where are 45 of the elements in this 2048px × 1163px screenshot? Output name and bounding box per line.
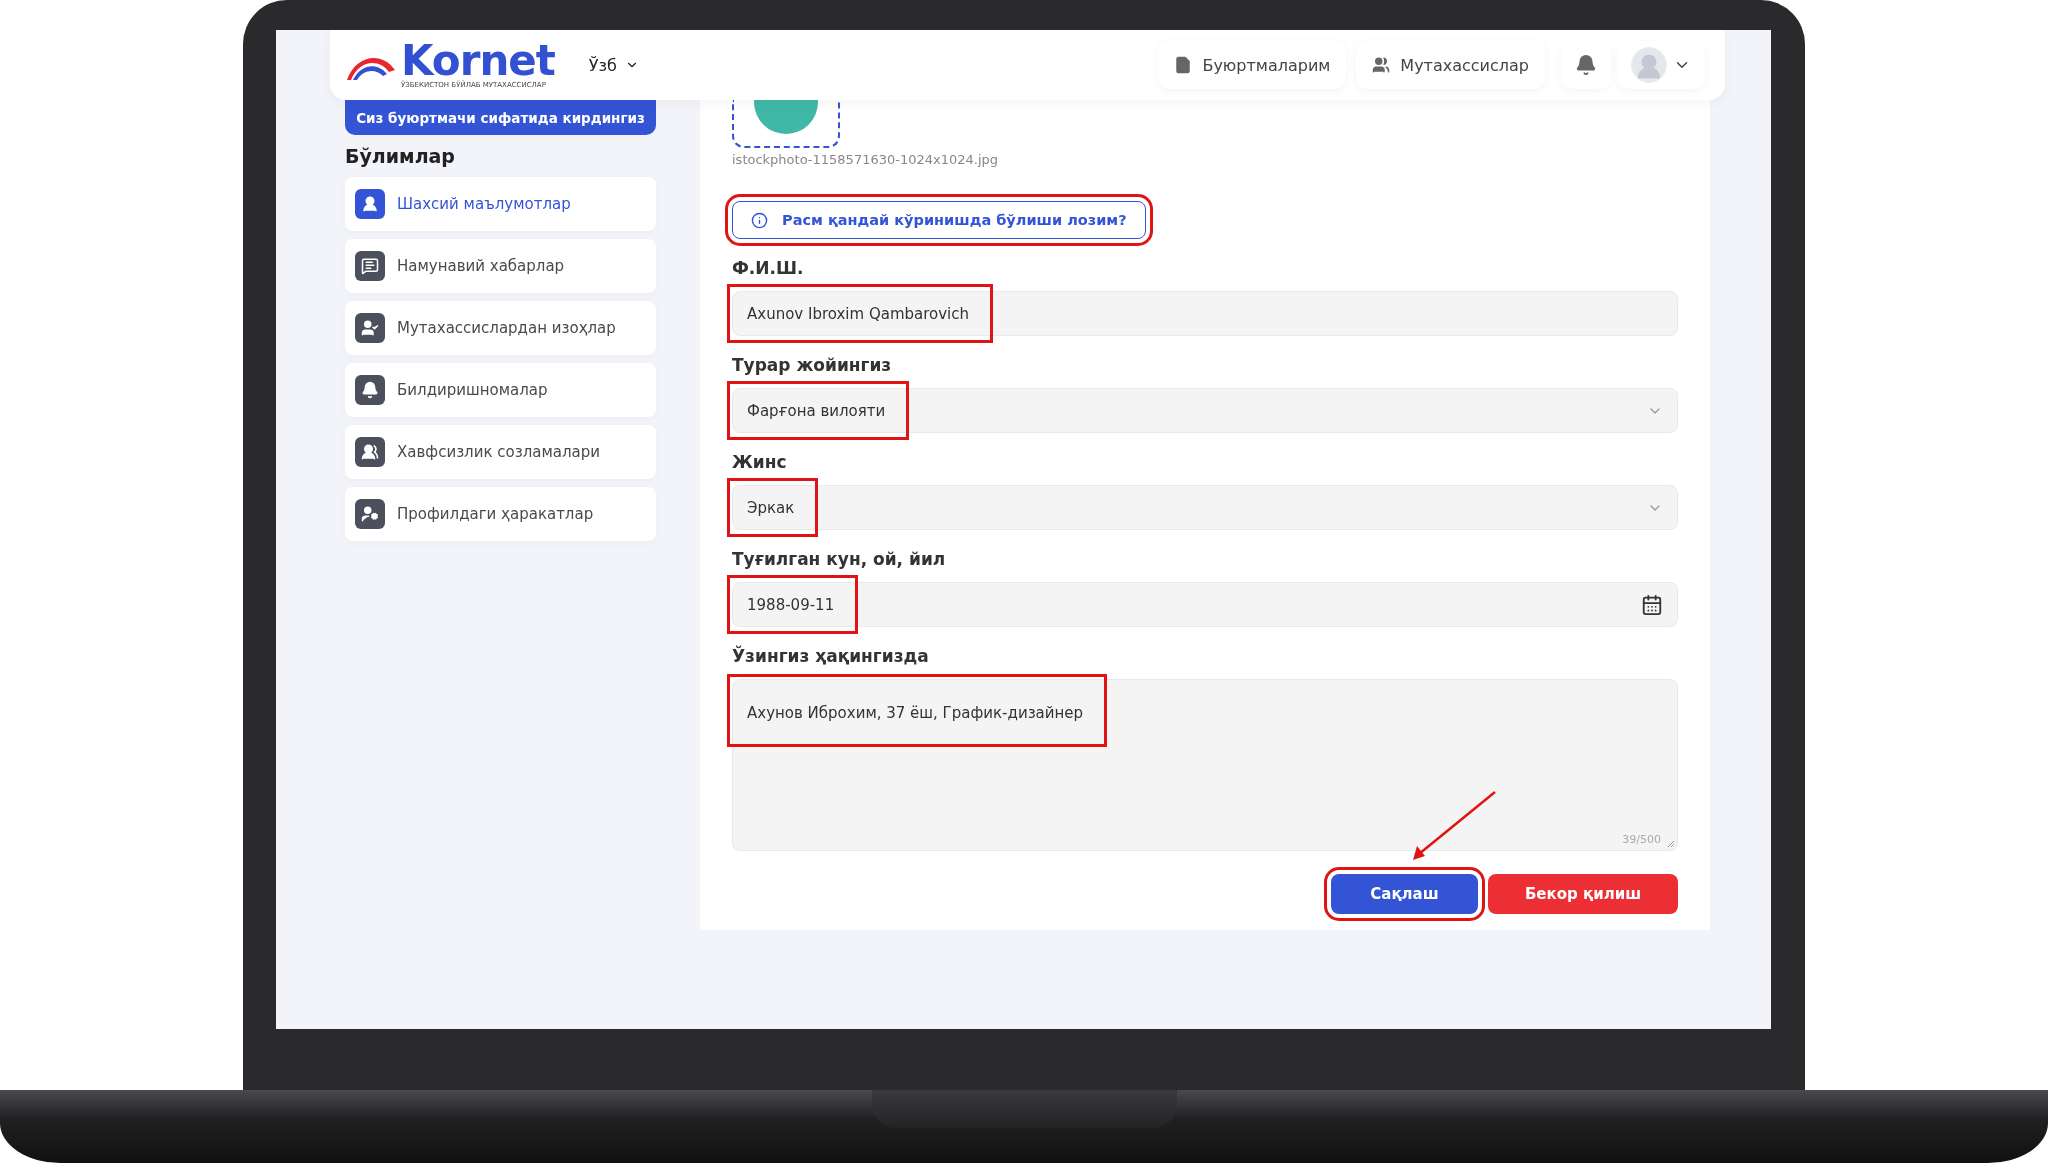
sidebar-item[interactable]: Билдиришномалар xyxy=(345,363,656,417)
resize-grip-icon xyxy=(1667,840,1675,848)
person-icon xyxy=(355,189,385,219)
role-banner: Сиз буюртмачи сифатида кирдингиз xyxy=(345,100,656,135)
input-field[interactable]: Axunov Ibroxim Qambarovich xyxy=(732,291,1678,336)
field-label: Турар жойингиз xyxy=(732,354,893,376)
field-label: Жинс xyxy=(732,451,788,473)
sidebar-item[interactable]: Шахсий маълумотлар xyxy=(345,177,656,231)
cancel-button[interactable]: Бекор қилиш xyxy=(1488,874,1678,914)
select-field[interactable]: Фарғона вилояти xyxy=(732,388,1678,433)
avatar-icon xyxy=(1631,47,1667,83)
bell-icon xyxy=(1575,54,1597,76)
users-icon xyxy=(1372,56,1391,74)
field-label: Ўзингиз ҳақингизда xyxy=(732,645,930,667)
document-icon xyxy=(1174,56,1193,74)
character-counter: 39/500 xyxy=(1622,833,1661,846)
sidebar-item[interactable]: Профилдаги ҳаракатлар xyxy=(345,487,656,541)
bell-icon xyxy=(355,375,385,405)
text-area[interactable]: Ахунов Иброхим, 37 ёш, График-дизайнер 39/500 xyxy=(732,679,1678,851)
logo-wordmark: Kornet xyxy=(401,40,555,81)
photo-upload[interactable] xyxy=(732,100,840,148)
nav-link[interactable]: Буюртмаларим xyxy=(1158,41,1347,89)
field-label: Ф.И.Ш. xyxy=(732,257,805,279)
field-label: Туғилган кун, ой, йил xyxy=(732,548,947,570)
field-value: Ахунов Иброхим, 37 ёш, График-дизайнер xyxy=(746,703,1085,724)
language-selector[interactable]: Ўзб xyxy=(584,51,643,79)
nav-link[interactable]: Мутахассислар xyxy=(1356,41,1545,89)
notifications-button[interactable] xyxy=(1561,41,1611,89)
user-check-icon xyxy=(355,313,385,343)
field-value: Эркак xyxy=(746,497,796,519)
calendar-icon xyxy=(1641,593,1663,616)
date-field[interactable]: 1988-09-11 xyxy=(732,582,1678,627)
sidebar-item[interactable]: Хавфсизлик созламалари xyxy=(345,425,656,479)
sidebar-item[interactable]: Намунавий хабарлар xyxy=(345,239,656,293)
info-icon xyxy=(751,211,768,229)
user-gear-icon xyxy=(355,499,385,529)
sidebar-item[interactable]: Мутахассислардан изоҳлар xyxy=(345,301,656,355)
message-icon xyxy=(355,251,385,281)
select-field[interactable]: Эркак xyxy=(732,485,1678,530)
field-value: Axunov Ibroxim Qambarovich xyxy=(746,303,971,325)
sidebar-title: Бўлимлар xyxy=(345,145,456,167)
users-icon xyxy=(355,437,385,467)
file-name: istockphoto-1158571630-1024x1024.jpg xyxy=(732,152,999,167)
field-value: Фарғона вилояти xyxy=(746,400,887,422)
field-value: 1988-09-11 xyxy=(746,594,836,616)
